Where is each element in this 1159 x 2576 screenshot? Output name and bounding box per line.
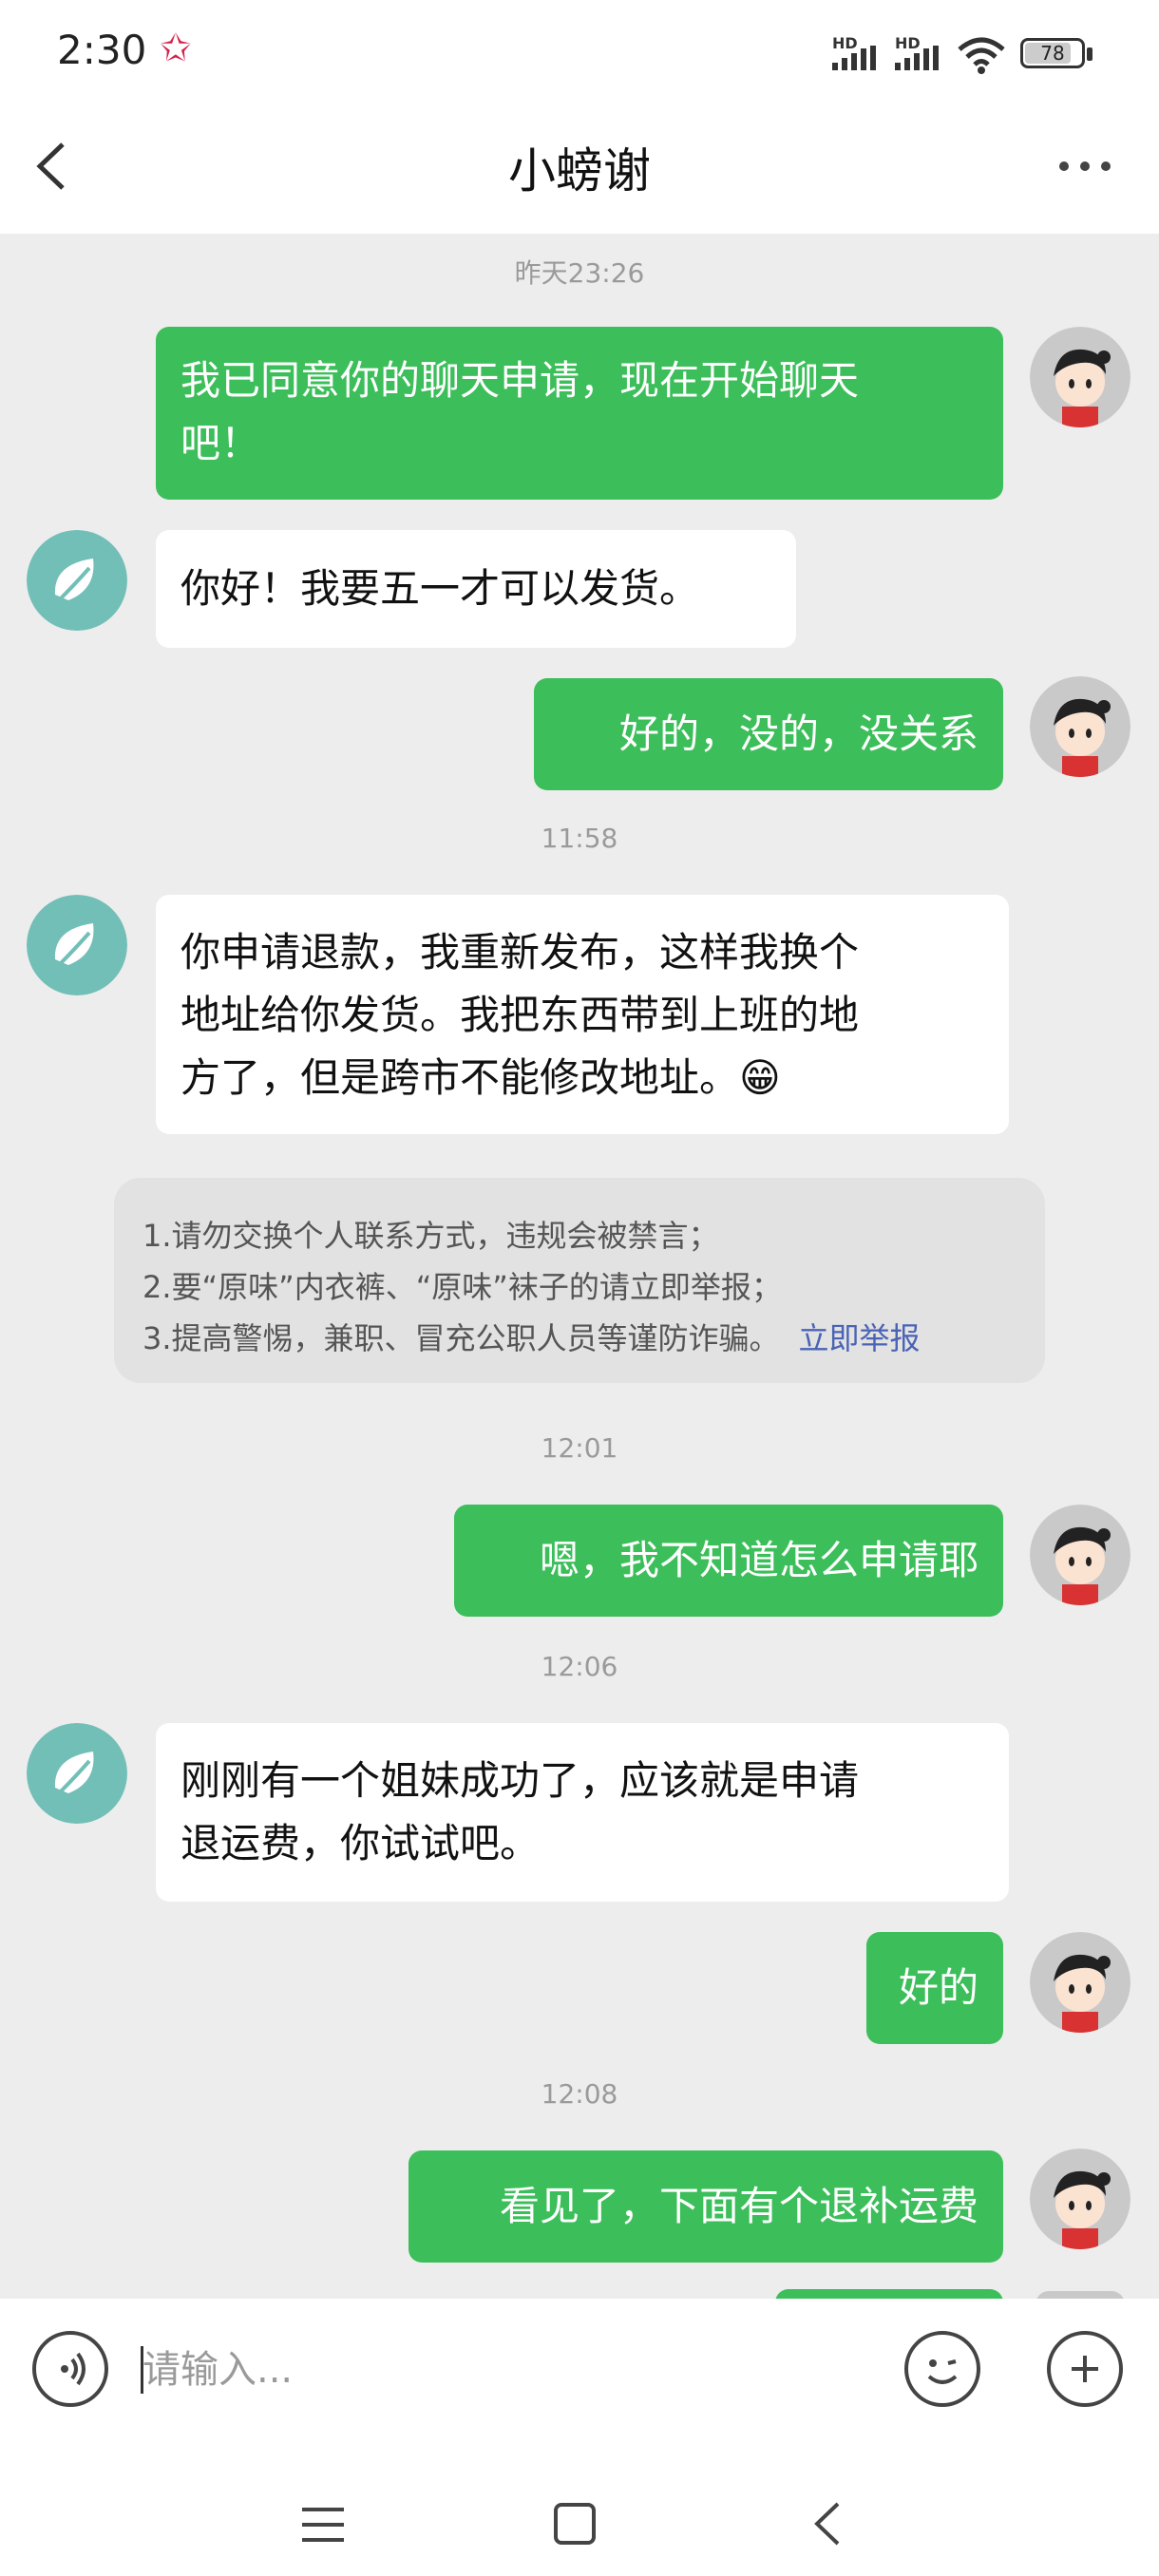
emoji-icon [927, 2359, 958, 2384]
signal-icon [832, 46, 876, 70]
timestamp: 12:01 [541, 1432, 618, 1464]
sent-message-bubble[interactable]: 看见了，下面有个退补运费 [408, 2150, 1003, 2263]
timestamp: 12:06 [541, 1651, 618, 1682]
my-avatar[interactable] [1030, 676, 1130, 777]
plus-button[interactable] [1047, 2331, 1123, 2407]
contact-avatar[interactable] [27, 895, 127, 995]
message-line: 吧！ [180, 420, 261, 466]
home-nav-icon[interactable] [553, 2502, 597, 2546]
voice-button[interactable] [32, 2331, 108, 2407]
my-avatar[interactable] [1030, 1505, 1130, 1605]
message-line: 我已同意你的聊天申请，现在开始聊天 [180, 357, 860, 404]
message-line: 你申请退款，我重新发布，这样我换个 [180, 929, 860, 975]
message-line: 你好！我要五一才可以发货。 [180, 565, 700, 612]
contact-avatar[interactable] [27, 1723, 127, 1824]
star-icon: ✩ [160, 27, 192, 70]
sent-message-bubble[interactable]: 我已同意你的聊天申请，现在开始聊天 吧！ [156, 327, 1003, 500]
message-line: 地址给你发货。我把东西带到上班的地 [180, 992, 860, 1038]
timestamp: 昨天23:26 [514, 257, 645, 289]
my-avatar[interactable] [1030, 327, 1130, 427]
grin-emoji: 😁 [739, 1054, 781, 1101]
voice-icon [61, 2352, 86, 2386]
status-time: 2:30 [57, 27, 147, 73]
page-title: 小螃谢 [508, 143, 651, 199]
plus-icon [1072, 2356, 1098, 2382]
notice-line: 3.提高警惕，兼职、冒充公职人员等谨防诈骗。 [142, 1320, 780, 1356]
wifi-icon [958, 37, 1005, 74]
emoji-button[interactable] [904, 2331, 980, 2407]
message-input[interactable] [142, 2339, 866, 2401]
received-message-bubble[interactable]: 刚刚有一个姐妹成功了，应该就是申请 退运费，你试试吧。 [156, 1723, 1009, 1902]
battery-level: 78 [1040, 42, 1065, 65]
contact-avatar[interactable] [27, 530, 127, 631]
report-link[interactable]: 立即举报 [799, 1320, 921, 1356]
sent-message-bubble[interactable]: 嗯，我不知道怎么申请耶 [454, 1505, 1003, 1617]
more-dots-icon[interactable] [1056, 142, 1113, 190]
menu-nav-icon[interactable] [300, 2504, 346, 2546]
timestamp: 11:58 [541, 823, 618, 854]
safety-notice: 1.请勿交换个人联系方式，违规会被禁言； 2.要“原味”内衣裤、“原味”袜子的请… [114, 1178, 1045, 1383]
back-nav-icon[interactable] [809, 2500, 847, 2548]
timestamp: 12:08 [541, 2078, 618, 2110]
battery-tip [1087, 47, 1092, 61]
message-line: 好的，没的，没关系 [618, 710, 978, 757]
message-line: 退运费，你试试吧。 [180, 1820, 541, 1866]
sent-message-bubble[interactable]: 好的，没的，没关系 [534, 678, 1003, 790]
notice-line: 1.请勿交换个人联系方式，违规会被禁言； [142, 1218, 719, 1254]
sent-message-bubble[interactable]: 好的 [866, 1932, 1003, 2044]
top-bar: 2:30 ✩ HD HD 78 小螃谢 [0, 0, 1159, 234]
my-avatar[interactable] [1030, 2149, 1130, 2249]
signal-icon [895, 46, 939, 70]
message-line: 刚刚有一个姐妹成功了，应该就是申请 [180, 1757, 860, 1804]
message-line: 看见了，下面有个退补运费 [499, 2183, 978, 2229]
message-line: 嗯，我不知道怎么申请耶 [539, 1537, 978, 1583]
message-line: 方了，但是跨市不能修改地址。 [180, 1054, 740, 1101]
received-message-bubble[interactable]: 你好！我要五一才可以发货。 [156, 530, 796, 648]
message-line: 好的 [898, 1964, 978, 2011]
received-message-bubble[interactable]: 你申请退款，我重新发布，这样我换个 地址给你发货。我把东西带到上班的地 方了，但… [156, 895, 1009, 1134]
notice-line: 2.要“原味”内衣裤、“原味”袜子的请立即举报； [142, 1269, 782, 1305]
my-avatar[interactable] [1030, 1932, 1130, 2033]
battery-icon: 78 [1020, 38, 1085, 68]
